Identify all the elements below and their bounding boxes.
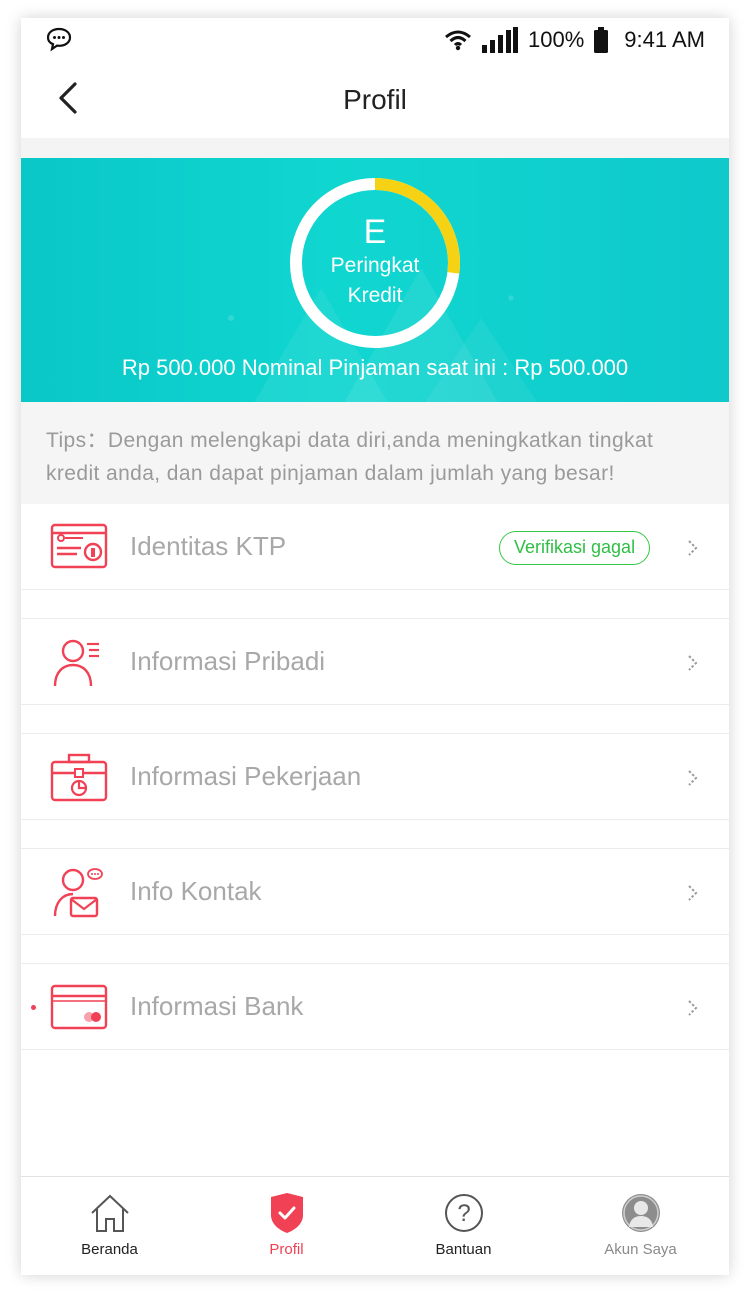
menu-item-label: Informasi Pribadi — [130, 646, 326, 676]
menu-item-label: Identitas KTP — [130, 531, 287, 561]
tab-beranda[interactable]: Beranda — [21, 1177, 198, 1275]
shield-check-icon — [270, 1193, 303, 1233]
gauge-text: E Peringkat Kredit — [287, 175, 463, 351]
home-icon — [90, 1194, 129, 1232]
chevron-right-icon — [688, 655, 698, 671]
person-icon — [53, 639, 99, 687]
gauge-label-line2: Kredit — [347, 284, 403, 307]
menu-divider — [21, 820, 729, 849]
gauge-label-line1: Peringkat — [330, 254, 420, 277]
svg-text:?: ? — [457, 1200, 470, 1227]
menu-item-informasi-pribadi[interactable]: Informasi Pribadi — [21, 619, 729, 705]
menu-divider — [21, 590, 729, 619]
status-bar: 100% 9:41 AM — [21, 18, 729, 62]
signal-icon — [482, 27, 518, 53]
bottom-tab-bar: Beranda Profil ? Bantuan Akun Saya — [21, 1176, 729, 1275]
tab-label: Profil — [269, 1241, 304, 1258]
tab-label: Bantuan — [435, 1241, 492, 1258]
header-divider — [21, 138, 729, 158]
loan-amount-text: Rp 500.000 Nominal Pinjaman saat ini : R… — [121, 355, 629, 380]
tips-text: Tips：Dengan melengkapi data diri,anda me… — [21, 402, 729, 504]
chevron-right-icon — [688, 770, 698, 786]
notification-dot — [31, 1005, 36, 1010]
bank-card-icon — [50, 984, 108, 1030]
menu-item-identitas-ktp[interactable]: Identitas KTP Verifikasi gagal — [21, 504, 729, 590]
menu-divider — [21, 705, 729, 734]
status-badge: Verifikasi gagal — [499, 531, 651, 565]
clock: 9:41 AM — [624, 27, 705, 52]
status-right: 100% 9:41 AM — [444, 26, 705, 54]
wifi-icon — [445, 30, 471, 51]
menu-item-informasi-bank[interactable]: Informasi Bank — [21, 964, 729, 1050]
chevron-right-icon — [688, 540, 698, 556]
tab-profil[interactable]: Profil — [198, 1177, 375, 1275]
page-title: Profil — [343, 84, 407, 115]
menu-item-informasi-pekerjaan[interactable]: Informasi Pekerjaan — [21, 734, 729, 820]
tab-bantuan[interactable]: ? Bantuan — [375, 1177, 552, 1275]
chat-bubble-icon — [46, 27, 72, 52]
header-bar: Profil — [21, 62, 729, 138]
tab-akun-saya[interactable]: Akun Saya — [552, 1177, 729, 1275]
credit-banner: E Peringkat Kredit Rp 500.000 Nominal Pi… — [21, 158, 729, 402]
avatar-icon — [621, 1194, 660, 1232]
credit-grade: E — [363, 213, 387, 251]
contact-mail-icon — [53, 868, 103, 918]
menu-item-label: Informasi Pekerjaan — [130, 761, 362, 791]
help-circle-icon: ? — [444, 1194, 483, 1232]
battery-percent: 100% — [528, 27, 585, 52]
briefcase-icon — [50, 753, 108, 802]
chevron-right-icon — [688, 885, 698, 901]
tab-label: Akun Saya — [604, 1241, 677, 1258]
menu-item-label: Info Kontak — [130, 876, 262, 906]
id-card-icon — [50, 523, 108, 569]
phone-screen: 100% 9:41 AM Profil E Peringkat Kredit R… — [21, 18, 729, 1275]
tab-label: Beranda — [81, 1241, 138, 1258]
menu-item-label: Informasi Bank — [130, 991, 304, 1021]
menu-item-info-kontak[interactable]: Info Kontak — [21, 849, 729, 935]
battery-icon — [594, 27, 609, 53]
chevron-right-icon — [688, 1000, 698, 1016]
menu-divider — [21, 935, 729, 964]
